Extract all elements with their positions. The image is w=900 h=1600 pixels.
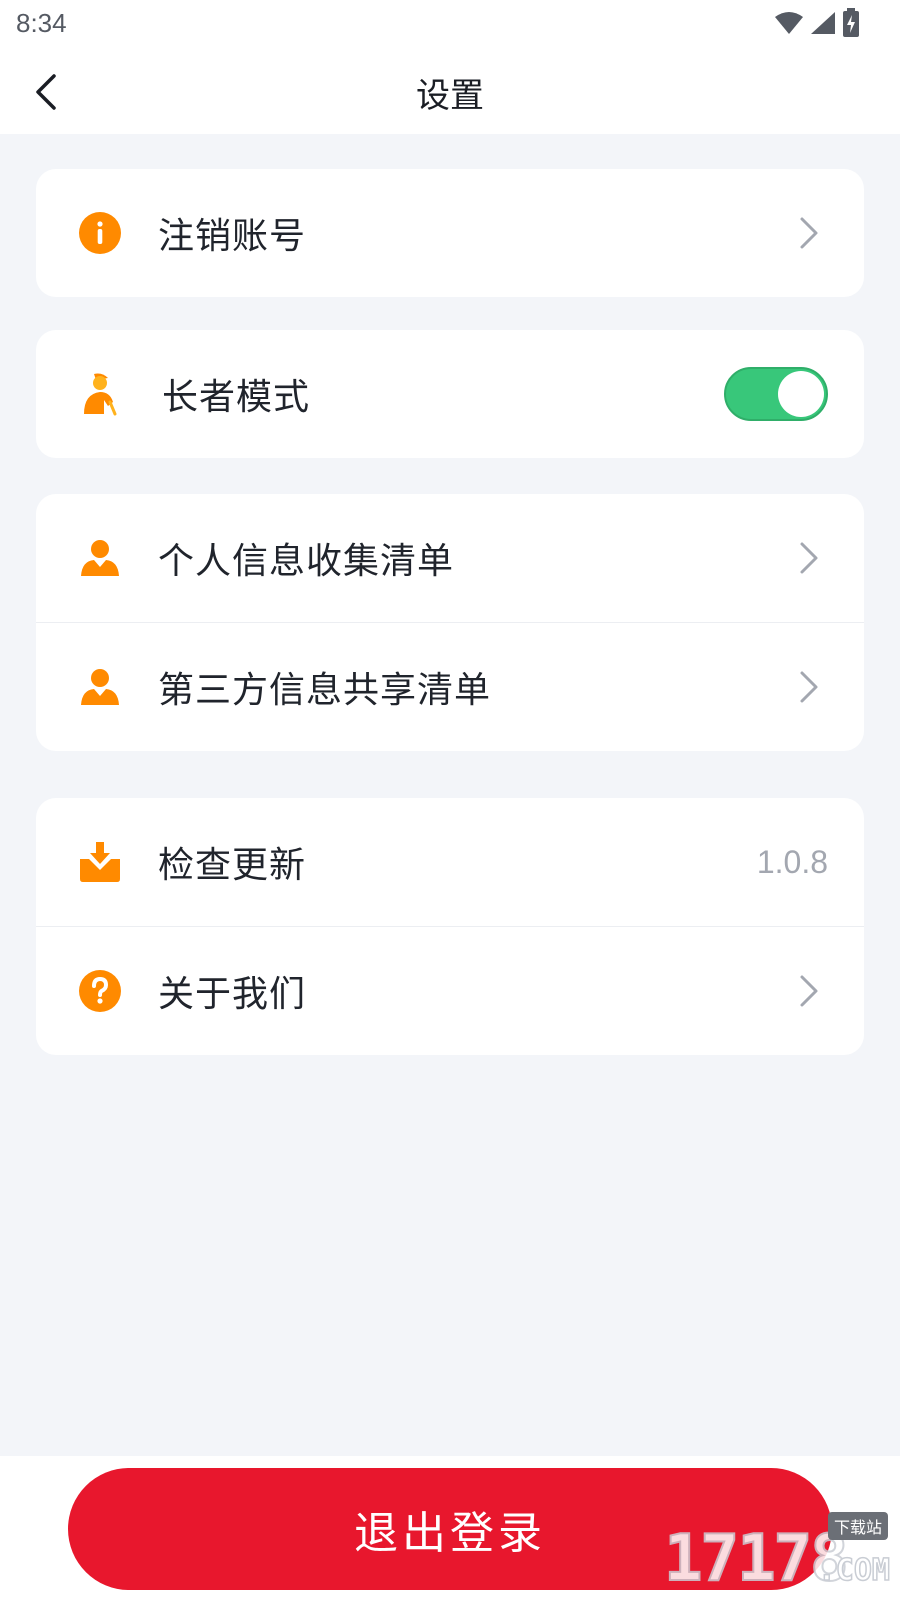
page-title: 设置	[416, 76, 484, 116]
person-icon	[78, 536, 122, 580]
toggle-knob	[778, 371, 824, 417]
personal-info-label: 个人信息收集清单	[158, 541, 455, 582]
chevron-right-icon	[794, 213, 824, 253]
wifi-icon	[774, 11, 804, 39]
download-tray-icon	[78, 840, 122, 884]
info-circle-icon	[78, 211, 122, 255]
deactivate-account-row[interactable]: 注销账号	[36, 169, 864, 297]
status-icons	[774, 8, 860, 42]
elder-mode-row: 长者模式	[36, 330, 864, 458]
account-card: 注销账号	[36, 169, 864, 297]
third-party-row[interactable]: 第三方信息共享清单	[36, 622, 864, 751]
battery-charging-icon	[842, 8, 860, 42]
chevron-right-icon	[794, 538, 824, 578]
check-update-label: 检查更新	[158, 845, 307, 886]
elder-icon	[78, 372, 122, 416]
privacy-card: 个人信息收集清单 第三方信息共享清单	[36, 494, 864, 751]
personal-info-row[interactable]: 个人信息收集清单	[36, 494, 864, 622]
elder-mode-label: 长者模式	[162, 377, 311, 418]
about-us-label: 关于我们	[158, 974, 307, 1015]
chevron-right-icon	[794, 971, 824, 1011]
watermark-badge: 下载站	[827, 1512, 888, 1540]
status-bar: 8:34	[0, 0, 900, 52]
about-us-row[interactable]: 关于我们	[36, 926, 864, 1055]
question-circle-icon	[78, 969, 122, 1013]
header: 设置	[0, 52, 900, 134]
deactivate-account-label: 注销账号	[158, 216, 307, 257]
version-value: 1.0.8	[756, 843, 828, 880]
elder-mode-card: 长者模式	[36, 330, 864, 458]
watermark-suffix: .COM	[817, 1552, 891, 1589]
elder-mode-toggle[interactable]	[724, 367, 828, 421]
chevron-right-icon	[794, 667, 824, 707]
person-icon	[78, 665, 122, 709]
status-time: 8:34	[16, 8, 67, 38]
app-card: 检查更新 1.0.8 关于我们	[36, 798, 864, 1055]
third-party-label: 第三方信息共享清单	[158, 670, 492, 711]
check-update-row[interactable]: 检查更新 1.0.8	[36, 798, 864, 926]
signal-icon	[810, 11, 836, 39]
watermark-logo: 17178 下载站 .COM	[663, 1510, 894, 1597]
